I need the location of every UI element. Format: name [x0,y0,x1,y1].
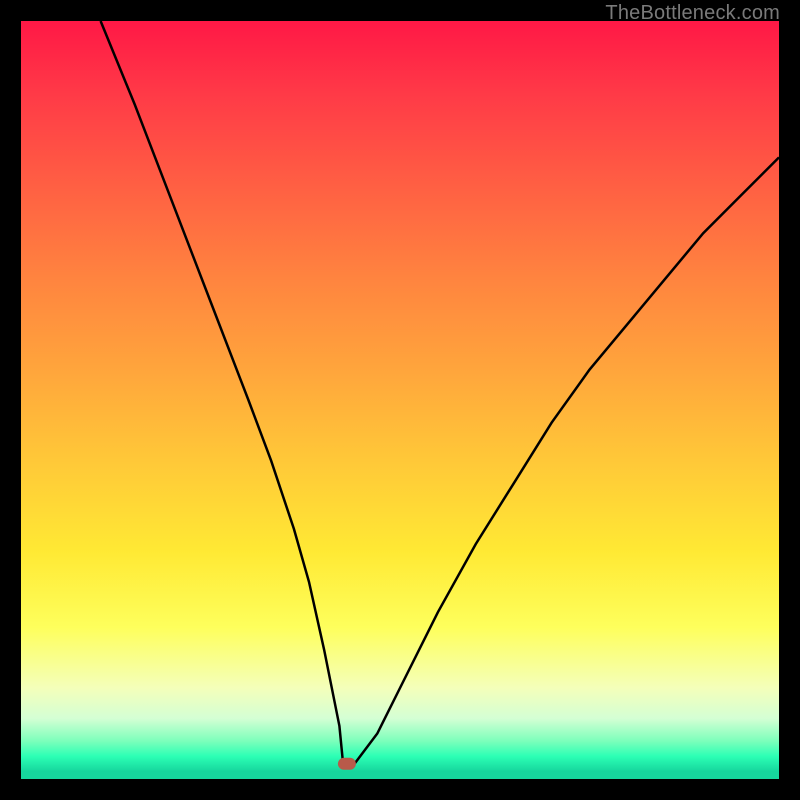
bottleneck-curve [21,21,779,779]
watermark-text: TheBottleneck.com [605,2,780,25]
